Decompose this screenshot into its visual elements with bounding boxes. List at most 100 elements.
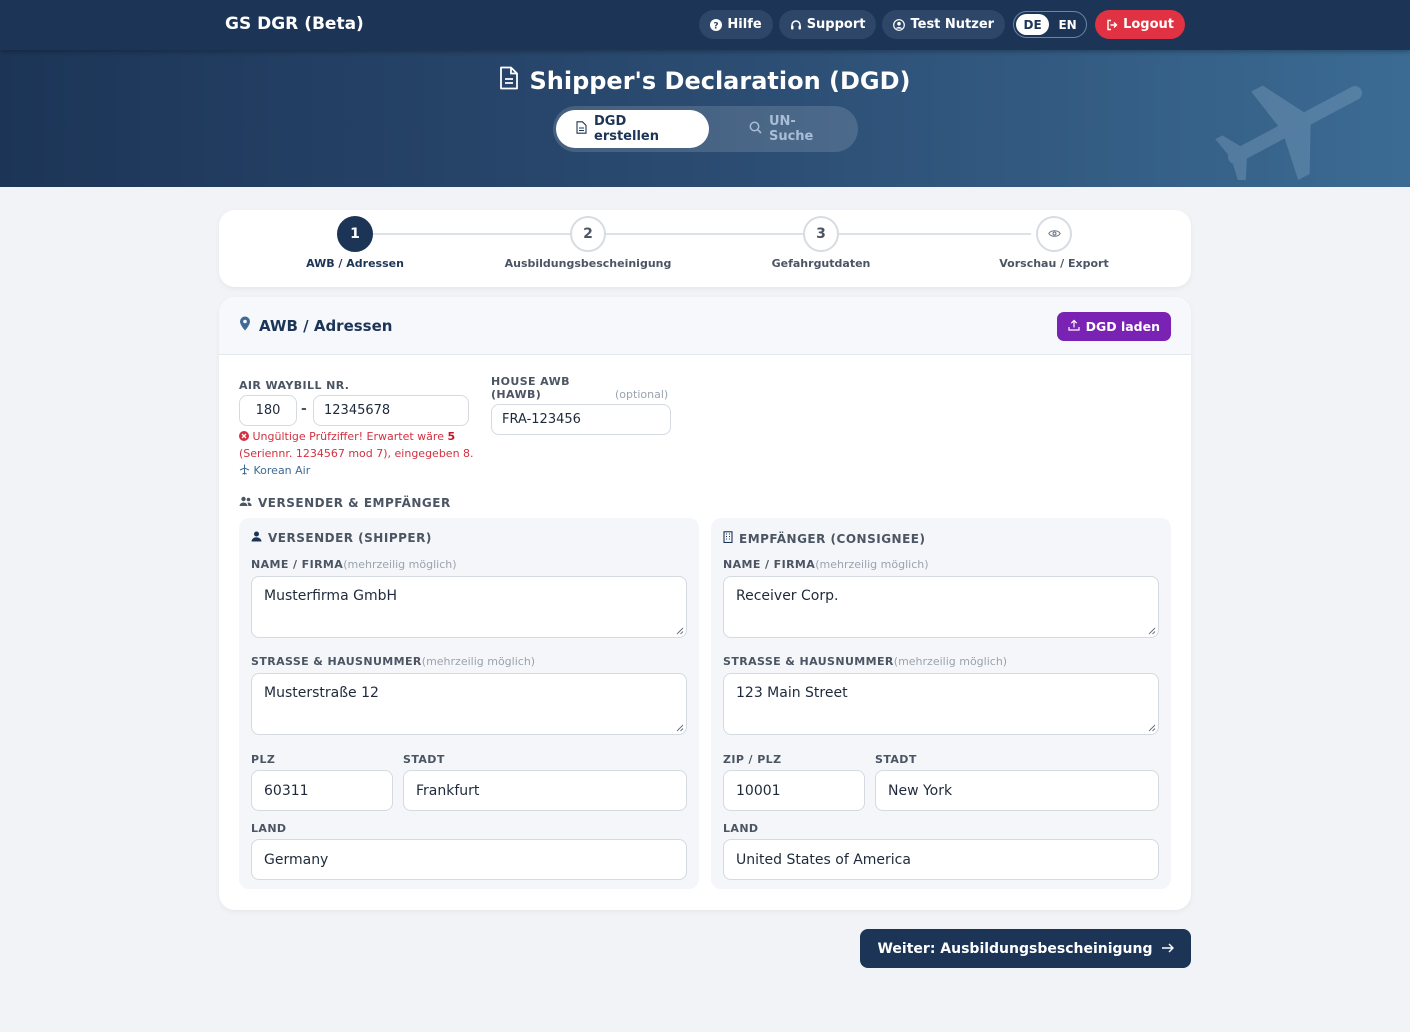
next-step-button[interactable]: Weiter: Ausbildungsbescheinigung bbox=[860, 929, 1191, 968]
upload-icon bbox=[1067, 319, 1080, 334]
document-icon bbox=[499, 66, 519, 96]
awb-label: AIR WAYBILL NR. bbox=[239, 379, 350, 392]
consignee-panel: EMPFÄNGER (CONSIGNEE) NAME / FIRMA(mehrz… bbox=[711, 518, 1171, 889]
shipper-name-label: NAME / FIRMA(mehrzeilig möglich) bbox=[251, 558, 457, 571]
card-title-text: AWB / Adressen bbox=[259, 316, 393, 335]
consignee-name-value: Receiver Corp. bbox=[736, 588, 839, 604]
step-circle bbox=[1036, 216, 1072, 252]
user-icon bbox=[251, 531, 262, 545]
label-hint: (mehrzeilig möglich) bbox=[421, 655, 536, 668]
hawb-label: HOUSE AWB (HAWB) bbox=[491, 375, 570, 401]
shipper-country-input[interactable]: Germany bbox=[251, 839, 687, 880]
hawb-label-line2: (HAWB) bbox=[491, 388, 542, 401]
shipper-street-label: STRASSE & HAUSNUMMER(mehrzeilig möglich) bbox=[251, 655, 535, 668]
arrow-right-icon bbox=[1161, 941, 1174, 957]
awb-prefix-input[interactable]: 180 bbox=[239, 395, 297, 426]
consignee-country-label: LAND bbox=[723, 822, 759, 835]
label-hint: (mehrzeilig möglich) bbox=[343, 558, 457, 571]
shipper-city-label: STADT bbox=[403, 753, 445, 766]
label-hint: (mehrzeilig möglich) bbox=[893, 655, 1008, 668]
resize-handle-icon[interactable] bbox=[676, 627, 684, 635]
step-label: Ausbildungsbescheinigung bbox=[504, 257, 672, 270]
eye-icon bbox=[1047, 226, 1061, 242]
step-awb-adressen[interactable]: 1 AWB / Adressen bbox=[245, 216, 465, 270]
load-dgd-button[interactable]: DGD laden bbox=[1056, 312, 1171, 341]
shipper-country-label: LAND bbox=[251, 822, 287, 835]
logout-icon bbox=[1106, 19, 1118, 31]
page-title: Shipper's Declaration (DGD) bbox=[0, 66, 1410, 96]
label-text: NAME / FIRMA bbox=[251, 558, 344, 571]
shipper-zip-label: PLZ bbox=[251, 753, 276, 766]
resize-handle-icon[interactable] bbox=[1148, 627, 1156, 635]
lang-de-option[interactable]: DE bbox=[1016, 14, 1050, 35]
hawb-label-line1: HOUSE AWB bbox=[491, 375, 570, 388]
stepper-connector bbox=[373, 233, 1031, 235]
next-step-label: Weiter: Ausbildungsbescheinigung bbox=[877, 940, 1153, 957]
consignee-street-value: 123 Main Street bbox=[736, 685, 848, 701]
svg-text:?: ? bbox=[714, 21, 719, 31]
tab-dgd-erstellen[interactable]: DGD erstellen bbox=[556, 110, 709, 148]
shipper-title: VERSENDER (SHIPPER) bbox=[251, 531, 432, 545]
nav-actions: ? Hilfe Support Test Nutzer DE EN Logout bbox=[699, 10, 1185, 39]
error-expected-digit: 5 bbox=[447, 430, 456, 443]
consignee-zip-label: ZIP / PLZ bbox=[723, 753, 782, 766]
airline-name: Korean Air bbox=[253, 464, 311, 477]
logout-button[interactable]: Logout bbox=[1095, 10, 1185, 39]
tab-label: UN-Suche bbox=[768, 114, 814, 144]
step-label: Vorschau / Export bbox=[999, 257, 1109, 270]
step-label: AWB / Adressen bbox=[306, 257, 404, 270]
resize-handle-icon[interactable] bbox=[676, 724, 684, 732]
consignee-name-label: NAME / FIRMA(mehrzeilig möglich) bbox=[723, 558, 929, 571]
question-circle-icon: ? bbox=[710, 18, 723, 31]
step-gefahrgutdaten[interactable]: 3 Gefahrgutdaten bbox=[711, 216, 931, 270]
step-number: 1 bbox=[337, 216, 373, 252]
progress-stepper: 1 AWB / Adressen 2 Ausbildungsbescheinig… bbox=[219, 210, 1191, 287]
tab-un-suche[interactable]: UN-Suche bbox=[729, 110, 855, 148]
top-navbar: GS DGR (Beta) ? Hilfe Support Test Nutze… bbox=[0, 0, 1410, 50]
label-text: STRASSE & HAUSNUMMER bbox=[251, 655, 422, 668]
brand-title[interactable]: GS DGR (Beta) bbox=[225, 14, 364, 34]
consignee-street-textarea[interactable]: 123 Main Street bbox=[723, 673, 1159, 735]
airline-info: Korean Air bbox=[239, 464, 310, 477]
users-icon bbox=[239, 496, 252, 510]
awb-error-message: Ungültige Prüfziffer! Erwartet wäre 5 (S… bbox=[239, 428, 475, 479]
awb-number-input[interactable]: 12345678 bbox=[313, 395, 469, 426]
hawb-input[interactable]: FRA-123456 bbox=[491, 404, 671, 435]
card-title: AWB / Adressen bbox=[239, 316, 392, 335]
map-pin-icon bbox=[239, 316, 251, 335]
step-ausbildungsbescheinigung[interactable]: 2 Ausbildungsbescheinigung bbox=[478, 216, 698, 270]
support-button[interactable]: Support bbox=[778, 10, 877, 39]
awb-address-card: AWB / Adressen DGD laden AIR WAYBILL NR.… bbox=[219, 297, 1191, 910]
lang-en-option[interactable]: EN bbox=[1051, 14, 1084, 35]
consignee-country-input[interactable]: United States of America bbox=[723, 839, 1159, 880]
hawb-optional-hint: (optional) bbox=[615, 388, 669, 401]
shipper-city-input[interactable]: Frankfurt bbox=[403, 770, 687, 811]
page-title-text: Shipper's Declaration (DGD) bbox=[529, 67, 911, 95]
language-toggle[interactable]: DE EN bbox=[1013, 11, 1088, 38]
label-text: STRASSE & HAUSNUMMER bbox=[723, 655, 894, 668]
resize-handle-icon[interactable] bbox=[1148, 724, 1156, 732]
consignee-city-input[interactable]: New York bbox=[875, 770, 1159, 811]
hero-banner: Shipper's Declaration (DGD) DGD erstelle… bbox=[0, 50, 1410, 187]
load-dgd-label: DGD laden bbox=[1085, 319, 1160, 334]
mode-tabs: DGD erstellen UN-Suche bbox=[553, 106, 858, 152]
shipper-name-value: Musterfirma GmbH bbox=[264, 588, 397, 604]
error-text: Ungültige Prüfziffer! Erwartet wäre bbox=[252, 430, 444, 443]
shipper-street-textarea[interactable]: Musterstraße 12 bbox=[251, 673, 687, 735]
consignee-name-textarea[interactable]: Receiver Corp. bbox=[723, 576, 1159, 638]
shipper-zip-input[interactable]: 60311 bbox=[251, 770, 393, 811]
shipper-panel: VERSENDER (SHIPPER) NAME / FIRMA(mehrzei… bbox=[239, 518, 699, 889]
step-vorschau-export[interactable]: Vorschau / Export bbox=[944, 216, 1164, 270]
step-number: 3 bbox=[803, 216, 839, 252]
consignee-title-text: EMPFÄNGER (CONSIGNEE) bbox=[739, 531, 926, 546]
help-button[interactable]: ? Hilfe bbox=[699, 10, 773, 39]
label-text: NAME / FIRMA bbox=[723, 558, 816, 571]
label-hint: (mehrzeilig möglich) bbox=[815, 558, 929, 571]
shipper-name-textarea[interactable]: Musterfirma GmbH bbox=[251, 576, 687, 638]
building-icon bbox=[723, 531, 733, 546]
error-circle-icon bbox=[239, 430, 253, 443]
consignee-zip-input[interactable]: 10001 bbox=[723, 770, 865, 811]
user-menu-button[interactable]: Test Nutzer bbox=[882, 10, 1006, 39]
tab-label: DGD erstellen bbox=[594, 114, 659, 144]
shipper-title-text: VERSENDER (SHIPPER) bbox=[268, 531, 432, 545]
